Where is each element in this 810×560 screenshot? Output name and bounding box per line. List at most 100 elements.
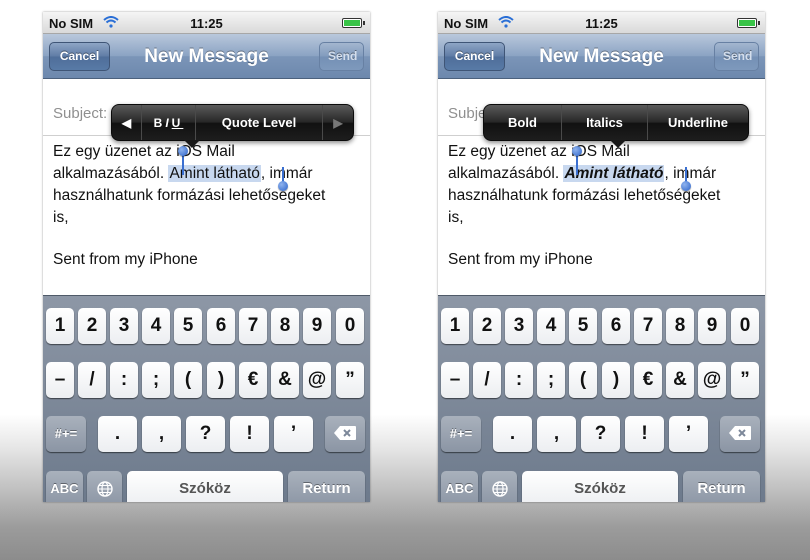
key[interactable]: 9	[698, 308, 726, 344]
battery-icon	[737, 18, 760, 28]
key[interactable]: €	[634, 362, 662, 398]
selection-start-handle[interactable]	[572, 146, 582, 156]
message-body[interactable]: Ez egy üzenet az iOS Mail alkalmazásából…	[53, 141, 365, 271]
delete-key[interactable]	[325, 416, 365, 452]
key[interactable]: 3	[505, 308, 533, 344]
selected-text-bold-italic[interactable]: Amint látható	[563, 165, 665, 182]
abc-key[interactable]: ABC	[46, 471, 83, 502]
key[interactable]: .	[493, 416, 532, 452]
send-button[interactable]: Send	[714, 42, 759, 71]
phone-screen-right: No SIM 11:25 Cancel New Message Send Sub…	[438, 12, 765, 502]
send-button[interactable]: Send	[319, 42, 364, 71]
message-text: alkalmazásából.	[53, 165, 169, 182]
key[interactable]: 3	[110, 308, 138, 344]
key[interactable]: :	[505, 362, 533, 398]
key[interactable]: !	[625, 416, 664, 452]
message-body[interactable]: Ez egy üzenet az iOS Mail alkalmazásából…	[448, 141, 760, 271]
key[interactable]: )	[207, 362, 235, 398]
keyboard: 1 2 3 4 5 6 7 8 9 0 – / : ; ( ) € & @ ” …	[438, 295, 765, 502]
key[interactable]: (	[174, 362, 202, 398]
key[interactable]: 5	[569, 308, 597, 344]
message-line: is,	[53, 209, 69, 226]
message-line: is,	[448, 209, 464, 226]
space-key[interactable]: Szóköz	[522, 471, 678, 502]
key[interactable]: !	[230, 416, 269, 452]
symbols-key[interactable]: #+=	[441, 416, 481, 452]
key[interactable]: ,	[537, 416, 576, 452]
underline-button[interactable]: Underline	[648, 105, 748, 140]
return-key[interactable]: Return	[288, 471, 365, 502]
key[interactable]: 7	[634, 308, 662, 344]
space-key[interactable]: Szóköz	[127, 471, 283, 502]
key[interactable]: ”	[336, 362, 364, 398]
key[interactable]: :	[110, 362, 138, 398]
key[interactable]: /	[78, 362, 106, 398]
selection-start-stem	[182, 153, 184, 175]
bold-italic-underline-button[interactable]: BIU	[142, 105, 196, 140]
key[interactable]: (	[569, 362, 597, 398]
key[interactable]: 4	[537, 308, 565, 344]
arrow-right-icon[interactable]: ▶	[323, 105, 353, 140]
key[interactable]: ”	[731, 362, 759, 398]
key[interactable]: 7	[239, 308, 267, 344]
italics-button[interactable]: Italics	[562, 105, 648, 140]
key[interactable]: 4	[142, 308, 170, 344]
key[interactable]: ;	[142, 362, 170, 398]
arrow-left-icon[interactable]: ◀	[112, 105, 142, 140]
delete-key[interactable]	[720, 416, 760, 452]
navigation-bar: Cancel New Message Send	[43, 34, 370, 79]
message-text: , immár	[664, 165, 717, 182]
key[interactable]: ?	[186, 416, 225, 452]
key[interactable]: 2	[473, 308, 501, 344]
bold-button[interactable]: Bold	[484, 105, 562, 140]
key[interactable]: 6	[602, 308, 630, 344]
delete-icon	[729, 426, 751, 441]
key[interactable]: .	[98, 416, 137, 452]
key[interactable]: 0	[336, 308, 364, 344]
key[interactable]: –	[46, 362, 74, 398]
key[interactable]: 8	[666, 308, 694, 344]
key[interactable]: 9	[303, 308, 331, 344]
navigation-bar: Cancel New Message Send	[438, 34, 765, 79]
key[interactable]: ;	[537, 362, 565, 398]
globe-key[interactable]	[87, 471, 122, 502]
key[interactable]: ’	[274, 416, 313, 452]
message-line: Ez egy üzenet az iOS Mail	[53, 143, 235, 160]
key[interactable]: &	[666, 362, 694, 398]
key[interactable]: ?	[581, 416, 620, 452]
selection-end-handle[interactable]	[278, 181, 288, 191]
key[interactable]: ’	[669, 416, 708, 452]
key[interactable]: @	[698, 362, 726, 398]
status-bar: No SIM 11:25	[43, 12, 370, 34]
key[interactable]: 2	[78, 308, 106, 344]
quote-level-button[interactable]: Quote Level	[196, 105, 323, 140]
symbols-key[interactable]: #+=	[46, 416, 86, 452]
key[interactable]: 1	[46, 308, 74, 344]
key[interactable]: –	[441, 362, 469, 398]
edit-menu-popup: ◀ BIU Quote Level ▶	[111, 104, 354, 148]
delete-icon	[334, 426, 356, 441]
underline-letter: U	[171, 115, 184, 130]
key[interactable]: )	[602, 362, 630, 398]
key[interactable]: 5	[174, 308, 202, 344]
abc-key[interactable]: ABC	[441, 471, 478, 502]
message-line: használhatunk formázási lehetőségeket	[53, 187, 326, 204]
key[interactable]: /	[473, 362, 501, 398]
globe-key[interactable]	[482, 471, 517, 502]
globe-icon	[96, 480, 113, 497]
globe-icon	[491, 480, 508, 497]
message-line: használhatunk formázási lehetőségeket	[448, 187, 721, 204]
key[interactable]: 1	[441, 308, 469, 344]
message-line: Ez egy üzenet az iOS Mail	[448, 143, 630, 160]
return-key[interactable]: Return	[683, 471, 760, 502]
key[interactable]: @	[303, 362, 331, 398]
key[interactable]: 6	[207, 308, 235, 344]
key[interactable]: 0	[731, 308, 759, 344]
key[interactable]: 8	[271, 308, 299, 344]
selection-end-handle[interactable]	[681, 181, 691, 191]
key[interactable]: ,	[142, 416, 181, 452]
key[interactable]: &	[271, 362, 299, 398]
key[interactable]: €	[239, 362, 267, 398]
signature: Sent from my iPhone	[448, 251, 593, 268]
